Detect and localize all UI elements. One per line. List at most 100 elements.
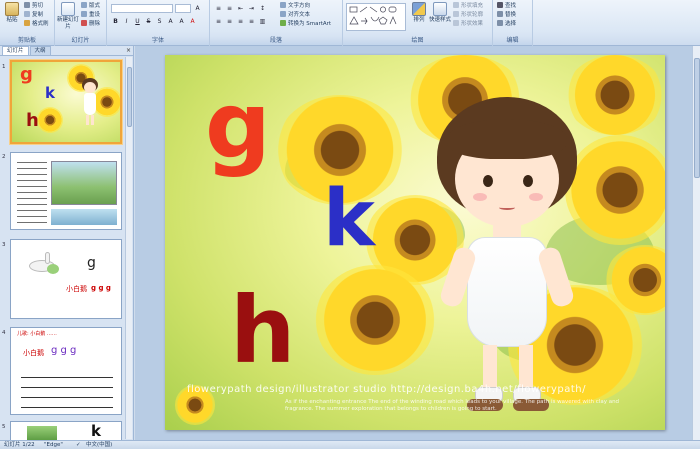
copy-button[interactable]: 复制 <box>24 11 43 19</box>
smartart-icon <box>280 20 286 26</box>
scissors-icon <box>24 2 30 8</box>
spacing-icon[interactable]: A <box>166 17 175 26</box>
layout-icon <box>81 2 87 8</box>
thumbnail-scrollbar[interactable] <box>125 57 132 439</box>
slide-thumbnail-2[interactable] <box>10 152 122 230</box>
letter-h[interactable]: h <box>230 285 296 377</box>
layout-button[interactable]: 版式 <box>81 2 100 10</box>
paragraph-group: ≡ ≡ ⇤ ⇥ ↕ ≡ ≡ ≡ ≡ ▥ 文字方向 对齐文本 转换为 SmartA… <box>210 0 343 46</box>
brush-icon <box>24 20 30 26</box>
theme-name: "Edge" <box>44 442 63 448</box>
cut-button[interactable]: 剪切 <box>24 2 43 10</box>
font-group: A B I U S S A A A 字体 <box>107 0 210 46</box>
cursor-icon <box>497 20 503 26</box>
slide-canvas[interactable]: g k h flowerypath design/illustrator stu… <box>165 55 665 430</box>
align-text-button[interactable]: 对齐文本 <box>280 11 310 19</box>
underline-icon[interactable]: U <box>133 17 142 26</box>
reset-button[interactable]: 重设 <box>81 11 100 19</box>
shapes-gallery[interactable] <box>346 3 406 31</box>
shape-effects-button[interactable]: 形状效果 <box>453 20 483 28</box>
scrollbar-thumb[interactable] <box>127 67 132 127</box>
letter-g[interactable]: g <box>205 80 271 172</box>
copy-icon <box>24 11 30 17</box>
slide-counter: 幻灯片 1/22 <box>4 442 35 448</box>
paste-button[interactable]: 粘贴 <box>2 2 22 24</box>
thumb-letter: g <box>87 255 96 271</box>
format-painter-button[interactable]: 格式刷 <box>24 20 49 28</box>
writing-lines <box>21 368 113 408</box>
select-button[interactable]: 选择 <box>497 20 516 28</box>
park-picture <box>51 161 117 205</box>
replace-icon <box>497 11 503 17</box>
thumb-text: 小白鹅 <box>23 349 44 357</box>
goose-picture <box>25 250 59 276</box>
replace-button[interactable]: 替换 <box>497 11 516 19</box>
paste-icon <box>5 2 19 16</box>
editing-group-label: 编辑 <box>493 37 532 45</box>
slide-thumbnail-5[interactable]: k <box>10 421 122 440</box>
slide-thumbnail-3[interactable]: g 小白鹅 g g g <box>10 239 122 319</box>
font-color-icon[interactable]: A <box>188 17 197 26</box>
text-direction-button[interactable]: 文字方向 <box>280 2 310 10</box>
thumb-letter: k <box>45 84 55 102</box>
illustrator-credit: flowerypath design/illustrator studio ht… <box>187 384 586 395</box>
thumb-number: 3 <box>2 242 6 248</box>
align-text-icon <box>280 11 286 17</box>
new-slide-button[interactable]: 新建幻灯片 <box>57 2 79 31</box>
italic-icon[interactable]: I <box>122 17 131 26</box>
thumb-letter: k <box>91 422 101 440</box>
thumb-letter: h <box>26 110 39 131</box>
letter-k[interactable]: k <box>323 180 375 258</box>
ribbon: 粘贴 剪切 复制 格式刷 剪贴板 新建幻灯片 版式 重设 删除 幻灯片 A B … <box>0 0 700 46</box>
smartart-button[interactable]: 转换为 SmartArt <box>280 20 331 28</box>
language-indicator: 中文(中国) <box>86 442 113 448</box>
slide-thumbnail-1[interactable]: g k h <box>10 60 122 144</box>
sunflower-image <box>315 265 435 375</box>
tab-slides[interactable]: 幻灯片 <box>2 46 29 55</box>
close-icon[interactable]: × <box>126 46 131 55</box>
status-bar: 幻灯片 1/22 "Edge" ✓ 中文(中国) <box>0 440 700 449</box>
delete-slide-button[interactable]: 删除 <box>81 20 100 28</box>
slide-thumbnail-4[interactable]: 儿歌: 小白鹅 …… 小白鹅 g g g <box>10 327 122 415</box>
numbering-icon[interactable]: ≡ <box>225 4 234 13</box>
line-spacing-icon[interactable]: ↕ <box>258 4 267 13</box>
align-right-icon[interactable]: ≡ <box>236 17 245 26</box>
shadow-icon[interactable]: S <box>155 17 164 26</box>
arrange-button[interactable]: 排列 <box>409 2 429 24</box>
decrease-indent-icon[interactable]: ⇤ <box>236 4 245 13</box>
shape-outline-button[interactable]: 形状轮廓 <box>453 11 483 19</box>
delete-icon <box>81 20 87 26</box>
effects-icon <box>453 20 459 26</box>
font-size-combo[interactable] <box>175 4 191 13</box>
thumb-text: g g g <box>51 345 77 356</box>
slides-pane: 幻灯片 大纲 × 1 g k h 2 3 g 小白鹅 g g g 4 儿歌: 小… <box>0 46 134 440</box>
quick-styles-button[interactable]: 快速样式 <box>429 2 451 24</box>
grow-font-icon[interactable]: A <box>193 4 202 13</box>
columns-icon[interactable]: ▥ <box>258 17 267 26</box>
thumb-text: g g g <box>91 284 111 292</box>
editor-scrollbar[interactable] <box>692 46 700 440</box>
font-name-combo[interactable] <box>111 4 173 13</box>
case-icon[interactable]: A <box>177 17 186 26</box>
strikethrough-icon[interactable]: S <box>144 17 153 26</box>
bold-icon[interactable]: B <box>111 17 120 26</box>
align-center-icon[interactable]: ≡ <box>225 17 234 26</box>
shape-fill-button[interactable]: 形状填充 <box>453 2 483 10</box>
thumb-number: 1 <box>2 64 6 70</box>
thumb-letter: g <box>20 64 33 85</box>
slide-editor: g k h flowerypath design/illustrator stu… <box>135 46 700 440</box>
tab-outline[interactable]: 大纲 <box>29 46 51 55</box>
find-button[interactable]: 查找 <box>497 2 516 10</box>
clipboard-group: 粘贴 剪切 复制 格式刷 剪贴板 <box>0 0 55 46</box>
girl-figure <box>80 78 100 126</box>
bullets-icon[interactable]: ≡ <box>214 4 223 13</box>
pane-tabs: 幻灯片 大纲 × <box>0 46 133 56</box>
binoculars-icon <box>497 2 503 8</box>
justify-icon[interactable]: ≡ <box>247 17 256 26</box>
scrollbar-thumb[interactable] <box>694 58 700 178</box>
slides-group: 新建幻灯片 版式 重设 删除 幻灯片 <box>55 0 107 46</box>
paint-bucket-icon <box>453 2 459 8</box>
align-left-icon[interactable]: ≡ <box>214 17 223 26</box>
increase-indent-icon[interactable]: ⇥ <box>247 4 256 13</box>
spellcheck-icon[interactable]: ✓ <box>76 441 81 449</box>
